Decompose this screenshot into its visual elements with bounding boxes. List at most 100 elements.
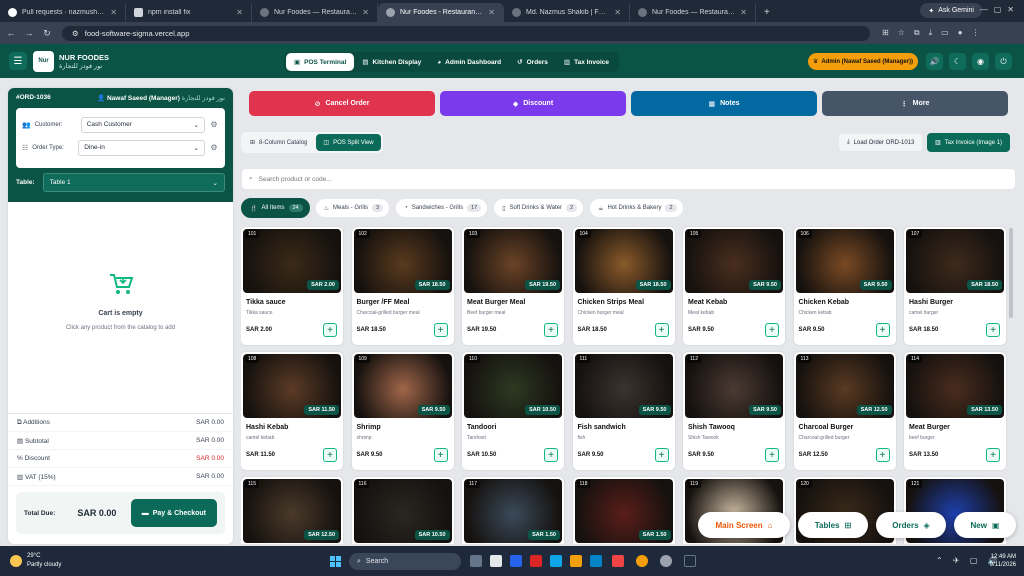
orders-button[interactable]: Orders ◈ [876, 512, 946, 538]
add-to-cart-button[interactable]: + [654, 448, 669, 462]
nav-pos-terminal[interactable]: ▣ POS Terminal [286, 53, 355, 71]
product-card[interactable]: 107 SAR 18.50 Hashi Burger camel burger SAR … [904, 227, 1006, 345]
star-icon[interactable]: ☆ [898, 28, 905, 38]
profile-icon[interactable]: ● [958, 28, 963, 38]
install-icon[interactable]: ⊞ [882, 28, 889, 38]
product-card[interactable]: 101 SAR 2.00 Tikka sauce Tikka sauce SAR 2.0… [241, 227, 343, 345]
extensions-icon[interactable]: ⧉ [914, 28, 920, 38]
category-all-items[interactable]: 🍴 All Items 24 [241, 198, 310, 218]
windows-start-icon[interactable] [330, 556, 341, 567]
menu-icon[interactable]: ⋮ [972, 28, 980, 38]
add-to-cart-button[interactable]: + [544, 448, 558, 462]
language-button[interactable]: ◉ [972, 53, 989, 70]
reload-icon[interactable]: ↻ [40, 28, 54, 39]
product-card[interactable]: 105 SAR 9.50 Meat Kebab Meat kebab SAR 9.50 + [683, 227, 785, 345]
discount-button[interactable]: ◆ Discount [440, 91, 626, 116]
table-select[interactable]: Table 1 ⌄ [42, 173, 225, 192]
powerpoint-icon[interactable] [530, 555, 542, 567]
gear-icon[interactable]: ⚙ [209, 120, 219, 129]
add-to-cart-button[interactable]: + [875, 323, 890, 337]
tables-button[interactable]: Tables ⊞ [798, 512, 868, 538]
logout-button[interactable]: ⏻ [995, 53, 1012, 70]
ask-gemini-button[interactable]: ✦ Ask Gemini [920, 3, 982, 18]
add-to-cart-button[interactable]: + [875, 448, 890, 462]
add-to-cart-button[interactable]: + [765, 448, 779, 462]
product-search[interactable]: ⌕ [241, 168, 1016, 190]
site-info-icon[interactable]: ⚙ [72, 29, 79, 38]
product-card[interactable]: 112 SAR 9.50 Shish Tawooq Shish Tawook SAR 9… [683, 352, 785, 470]
category-hot-drinks[interactable]: ☕ Hot Drinks & Bakery 2 [589, 198, 684, 218]
product-card[interactable]: 106 SAR 9.50 Chicken Kebab Chicken kebab SAR… [793, 227, 896, 345]
main-screen-button[interactable]: Main Screen ⌂ [698, 512, 790, 538]
category-meals-grills[interactable]: ♨ Meals - Grills 3 [314, 198, 391, 218]
nav-tax-invoice[interactable]: ▥ Tax Invoice [556, 53, 617, 71]
customer-select[interactable]: Cash Customer ⌄ [80, 116, 205, 133]
sidepanel-icon[interactable]: ▭ [941, 28, 949, 38]
nav-orders[interactable]: ↺ Orders [509, 53, 556, 71]
weather-widget[interactable]: 29°C Partly cloudy [10, 552, 61, 570]
load-order-button[interactable]: ⤓ Load Order ORD-1013 [838, 133, 924, 152]
view-8-column[interactable]: ⊞ 8-Column Catalog [243, 134, 314, 151]
close-icon[interactable]: ✕ [236, 8, 243, 17]
terminal-icon[interactable] [684, 555, 696, 567]
category-soft-drinks[interactable]: ▯ Soft Drinks & Water 2 [493, 198, 585, 218]
browser-tab-1[interactable]: npm install fix ✕ [126, 3, 252, 22]
view-pos-split[interactable]: ◫ POS Split View [316, 134, 381, 151]
new-tab-button[interactable]: + [756, 3, 778, 22]
nav-kitchen-display[interactable]: ▤ Kitchen Display [354, 53, 429, 71]
product-card[interactable]: 111 SAR 9.50 Fish sandwich fish SAR 9.50 + [572, 352, 675, 470]
menu-toggle-button[interactable]: ☰ [9, 52, 27, 70]
add-to-cart-button[interactable]: + [433, 448, 448, 462]
browser-tab-5[interactable]: Nur Foodes — Restaurant POS✕ [630, 3, 756, 22]
product-card[interactable]: 117 SAR 1.50 [462, 477, 564, 544]
close-icon[interactable]: ✕ [740, 8, 747, 17]
search-input[interactable] [258, 175, 959, 183]
taskbar-search[interactable]: ⌕ Search [349, 553, 461, 570]
forward-icon[interactable]: → [22, 28, 36, 38]
product-card[interactable]: 116 SAR 10.50 [351, 477, 454, 544]
browser-tab-2[interactable]: Nur Foodes — Restaurant POS✕ [252, 3, 378, 22]
close-icon[interactable]: ✕ [110, 8, 117, 17]
add-to-cart-button[interactable]: + [323, 448, 337, 462]
back-icon[interactable]: ← [4, 28, 18, 38]
admin-user-button[interactable]: ♛ Admin (Nawaf Saeed (Manager)) [808, 53, 918, 70]
edge-icon[interactable] [550, 555, 562, 567]
more-button[interactable]: ⋮ More [822, 91, 1008, 116]
chat-icon[interactable] [490, 555, 502, 567]
product-card[interactable]: 104 SAR 18.50 Chicken Strips Meal Chicken b… [572, 227, 675, 345]
word-icon[interactable] [510, 555, 522, 567]
task-view-icon[interactable] [470, 555, 482, 567]
product-card[interactable]: 113 SAR 12.50 Charcoal Burger Charcoal-gril… [793, 352, 896, 470]
product-card[interactable]: 103 SAR 19.50 Meat Burger Meal Beef burger … [462, 227, 564, 345]
add-to-cart-button[interactable]: + [433, 323, 448, 337]
close-icon[interactable]: ✕ [614, 8, 621, 17]
category-sandwiches-grills[interactable]: ◔ Sandwiches - Grills 17 [395, 198, 489, 218]
product-card[interactable]: 118 SAR 1.50 [572, 477, 675, 544]
download-icon[interactable]: ⤓ [929, 28, 933, 38]
close-icon[interactable]: ✕ [488, 8, 495, 17]
browser-tab-0[interactable]: Pull requests · nazmushakib0 ✕ [0, 3, 126, 22]
product-card[interactable]: 114 SAR 13.50 Meat Burger beef burger SAR 13… [904, 352, 1006, 470]
order-type-select[interactable]: Dine-in ⌄ [78, 139, 205, 156]
product-card[interactable]: 115 SAR 12.50 [241, 477, 343, 544]
gear-icon[interactable]: ⚙ [209, 143, 219, 152]
add-to-cart-button[interactable]: + [765, 323, 779, 337]
browser-tab-4[interactable]: Md. Nazmus Shakib | Full Stack✕ [504, 3, 630, 22]
add-to-cart-button[interactable]: + [986, 323, 1000, 337]
add-to-cart-button[interactable]: + [986, 448, 1000, 462]
new-order-button[interactable]: New ▣ [954, 512, 1016, 538]
tax-invoice-button[interactable]: ▥ Tax Invoice (Image 1) [927, 133, 1011, 152]
add-to-cart-button[interactable]: + [544, 323, 558, 337]
cancel-order-button[interactable]: ⊘ Cancel Order [249, 91, 435, 116]
grid-scrollbar[interactable] [1009, 228, 1013, 318]
url-field[interactable]: ⚙ food-software-sigma.vercel.app [62, 25, 870, 41]
pay-checkout-button[interactable]: ▬ Pay & Checkout [130, 499, 217, 527]
product-card[interactable]: 102 SAR 18.50 Burger /FF Meal Charcoal-gril… [351, 227, 454, 345]
dark-mode-button[interactable]: ☾ [949, 53, 966, 70]
add-to-cart-button[interactable]: + [323, 323, 337, 337]
close-icon[interactable]: ✕ [362, 8, 369, 17]
product-card[interactable]: 108 SAR 11.50 Hashi Kebab camel kebab SAR 11… [241, 352, 343, 470]
sound-button[interactable]: 🔊 [926, 53, 943, 70]
product-card[interactable]: 110 SAR 10.50 Tandoori Tandoori SAR 10.50 + [462, 352, 564, 470]
vscode-icon[interactable] [590, 555, 602, 567]
